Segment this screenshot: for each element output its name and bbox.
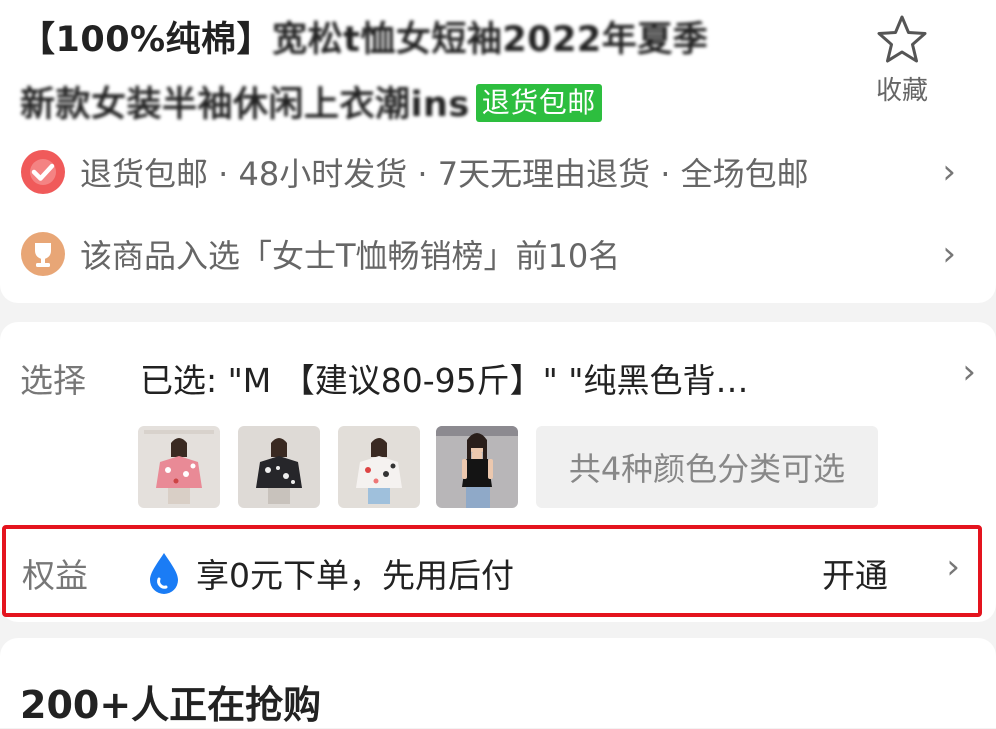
title-line2: 新款女装半袖休闲上衣潮ins — [20, 85, 470, 125]
ranking-row[interactable]: 该商品入选「女士T恤畅销榜」前10名 › — [20, 224, 976, 284]
free-return-tag: 退货包邮 — [475, 84, 602, 122]
service-row[interactable]: 退货包邮 · 48小时发货 · 7天无理由退货 · 全场包邮 › — [20, 142, 976, 202]
ranking-text: 该商品入选「女士T恤畅销榜」前10名 — [80, 237, 621, 275]
water-drop-icon — [150, 553, 178, 594]
trophy-icon — [21, 232, 65, 276]
product-title: 【100%纯棉】宽松t恤女短袖2022年夏季 新款女装半袖休闲上衣潮ins 退货包… — [20, 8, 850, 138]
benefit-row[interactable]: 权益 享0元下单，先用后付 开通 › — [2, 525, 982, 617]
product-info-card: 【100%纯棉】宽松t恤女短袖2022年夏季 新款女装半袖休闲上衣潮ins 退货包… — [0, 0, 996, 303]
chevron-right-icon: › — [942, 152, 956, 192]
favorite-label: 收藏 — [875, 76, 928, 106]
selection-value[interactable]: 已选: "M 【建议80-95斤】" "纯黑色背… — [140, 354, 749, 402]
title-line1: 宽松t恤女短袖2022年夏季 — [272, 20, 709, 60]
thumbnail-white-floral-shirt[interactable] — [338, 426, 420, 508]
favorite-button[interactable]: 收藏 — [862, 14, 942, 107]
service-text: 退货包邮 · 48小时发货 · 7天无理由退货 · 全场包邮 — [80, 155, 809, 193]
selection-card: 选择 已选: "M 【建议80-95斤】" "纯黑色背… › 共4种颜色分类可选… — [0, 322, 996, 622]
more-colors-button[interactable]: 共4种颜色分类可选 — [536, 426, 878, 508]
thumbnail-pink-floral-shirt[interactable] — [138, 426, 220, 508]
benefit-text: 享0元下单，先用后付 — [196, 556, 514, 595]
title-prefix: 【100%纯棉】 — [20, 20, 273, 60]
chevron-right-icon: › — [946, 547, 960, 587]
benefit-label: 权益 — [22, 556, 88, 595]
selection-label: 选择 — [20, 361, 86, 400]
buyers-title: 200+人正在抢购 — [20, 683, 322, 727]
buyers-card: 200+人正在抢购 — [0, 638, 996, 728]
chevron-right-icon: › — [942, 234, 956, 274]
thumbnail-black-print-shirt[interactable] — [238, 426, 320, 508]
check-badge-icon — [21, 150, 65, 194]
thumbnail-black-tank-top[interactable] — [436, 426, 518, 508]
chevron-right-icon[interactable]: › — [962, 352, 976, 392]
star-outline-icon — [877, 15, 927, 63]
open-action[interactable]: 开通 — [822, 549, 888, 597]
